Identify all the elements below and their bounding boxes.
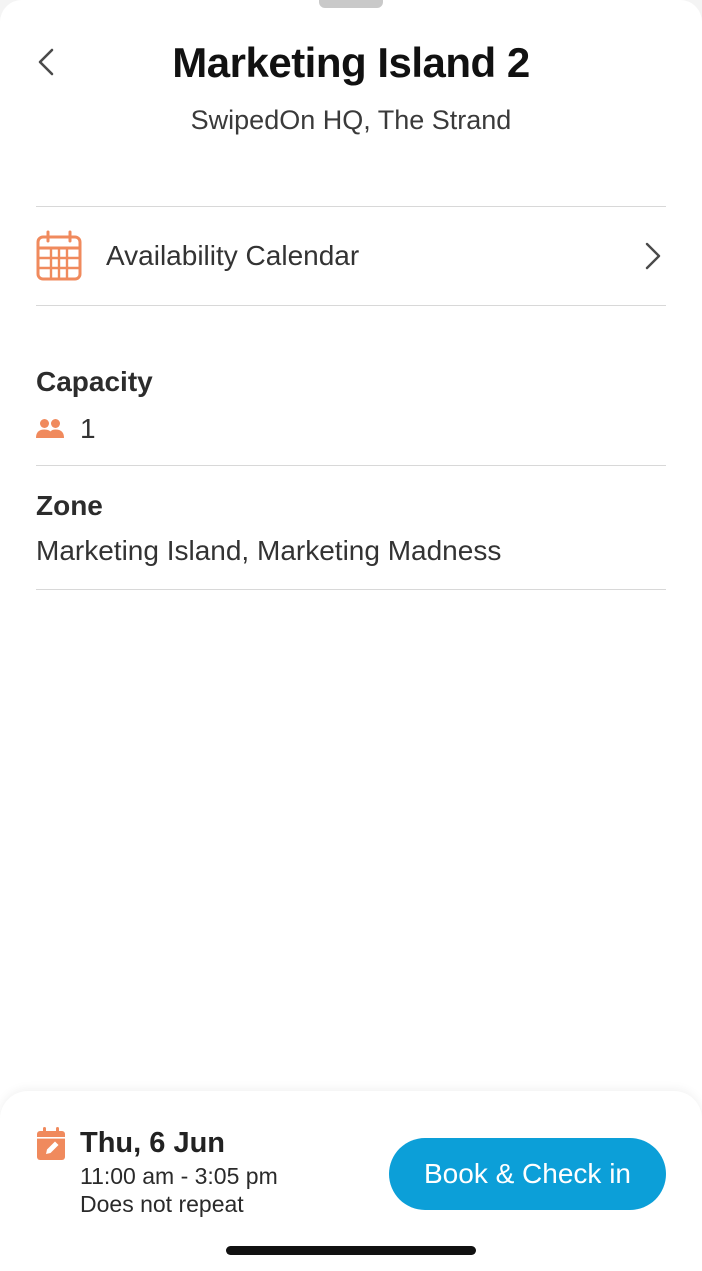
- divider: [36, 305, 666, 306]
- divider: [36, 589, 666, 590]
- capacity-value: 1: [80, 413, 96, 444]
- chevron-right-icon: [640, 236, 666, 276]
- booking-date: Thu, 6 Jun: [80, 1127, 225, 1159]
- location-subtitle: SwipedOn HQ, The Strand: [190, 105, 512, 135]
- booking-repeat: Does not repeat: [80, 1191, 244, 1217]
- capacity-value-row: 1: [36, 413, 96, 445]
- screen: Marketing Island 2 SwipedOn HQ, The Stra…: [0, 0, 702, 1271]
- availability-calendar-label: Availability Calendar: [106, 240, 360, 271]
- booking-time-range: 11:00 am - 3:05 pm: [80, 1163, 278, 1189]
- zone-heading: Zone: [36, 490, 103, 521]
- divider: [36, 465, 666, 466]
- zone-value: Marketing Island, Marketing Madness: [36, 535, 502, 566]
- booking-footer: Thu, 6 Jun 11:00 am - 3:05 pm Does not r…: [0, 1091, 702, 1271]
- capacity-heading: Capacity: [36, 366, 153, 397]
- sheet-grabber[interactable]: [319, 0, 383, 8]
- chevron-left-icon: [38, 48, 54, 76]
- back-button[interactable]: [26, 40, 66, 84]
- page-title: Marketing Island 2: [172, 39, 530, 86]
- desk-detail-sheet: Marketing Island 2 SwipedOn HQ, The Stra…: [0, 0, 702, 1271]
- home-indicator: [226, 1246, 476, 1255]
- calendar-edit-icon: [36, 1127, 66, 1161]
- calendar-icon: [36, 230, 82, 282]
- availability-calendar-row[interactable]: Availability Calendar: [36, 207, 666, 305]
- book-and-check-in-button[interactable]: Book & Check in: [389, 1138, 666, 1210]
- people-icon: [36, 417, 64, 441]
